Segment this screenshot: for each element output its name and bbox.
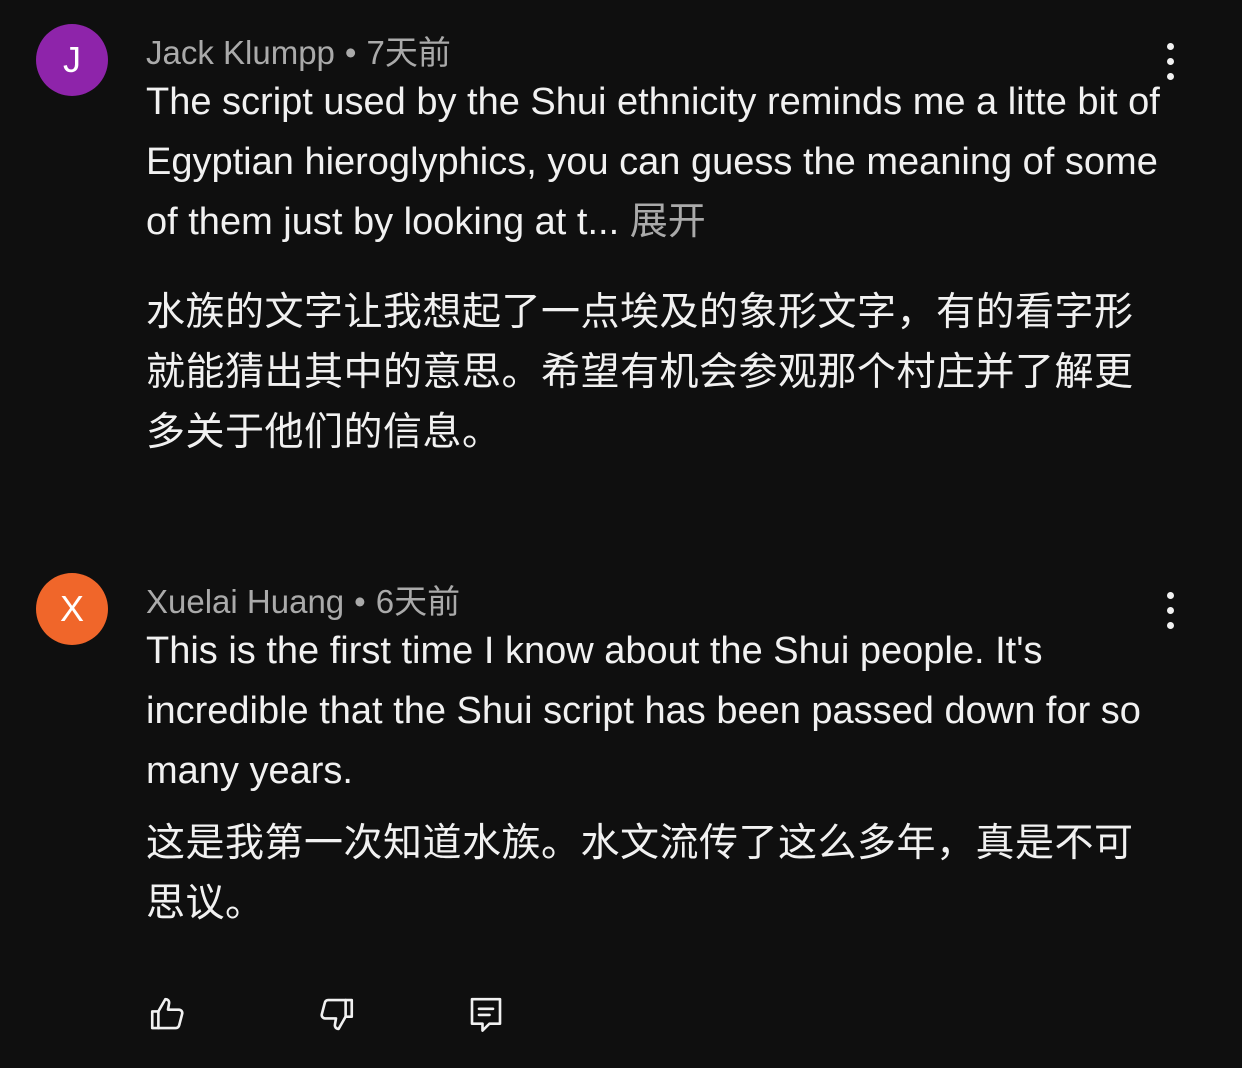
more-dot-icon (1166, 57, 1174, 65)
expand-link[interactable]: 展开 (630, 201, 706, 243)
author-name[interactable]: Jack Klumpp (146, 34, 335, 71)
avatar[interactable]: J (36, 24, 108, 96)
avatar-letter: X (59, 588, 84, 629)
reply-button[interactable] (460, 988, 512, 1040)
meta-separator: • (354, 583, 366, 620)
like-button[interactable] (142, 988, 194, 1040)
reply-icon (470, 997, 502, 1032)
comment-meta: Xuelai Huang • 6天前 (146, 575, 460, 623)
comment-time[interactable]: 7天前 (366, 34, 450, 71)
comment-translation: 这是我第一次知道水族。水文流传了这么多年，真是不可思议。 (146, 821, 1134, 926)
thumbs-down-icon (320, 998, 354, 1031)
comment-time[interactable]: 6天前 (376, 583, 460, 620)
more-dot-icon (1166, 42, 1174, 50)
comment-action-bar (0, 988, 1242, 1048)
more-dot-icon (1166, 591, 1174, 599)
comment-text-content: This is the first time I know about the … (146, 630, 1141, 792)
thumbs-up-icon (150, 997, 184, 1030)
more-dot-icon (1166, 606, 1174, 614)
meta-separator: • (344, 34, 357, 71)
comment-text: The script used by the Shui ethnicity re… (146, 72, 1176, 252)
avatar[interactable]: X (36, 573, 108, 645)
dislike-button[interactable] (310, 988, 362, 1040)
avatar-letter: J (63, 39, 81, 80)
author-name[interactable]: Xuelai Huang (146, 583, 344, 620)
comment-text: This is the first time I know about the … (146, 621, 1176, 801)
comment-translation: 水族的文字让我想起了一点埃及的象形文字，有的看字形就能猜出其中的意思。希望有机会… (146, 290, 1134, 455)
comment-meta: Jack Klumpp • 7天前 (146, 26, 451, 74)
